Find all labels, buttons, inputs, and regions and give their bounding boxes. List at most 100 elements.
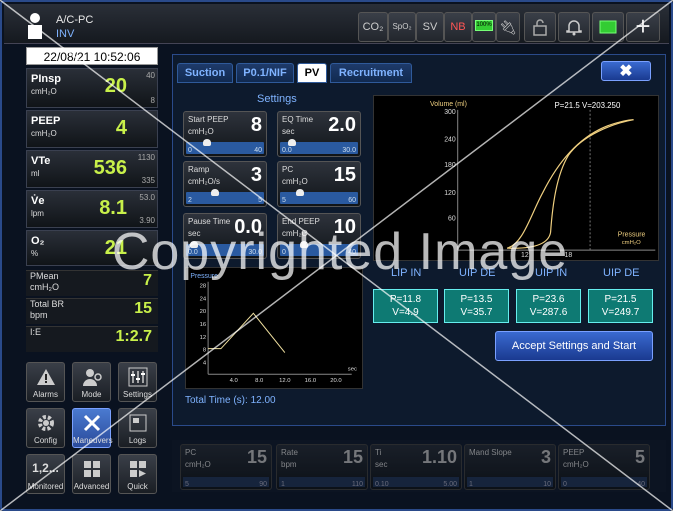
tab-suction[interactable]: Suction [177,63,233,83]
nav-settings[interactable]: Settings [118,362,157,402]
nav-quick[interactable]: Quick [118,454,157,494]
nav-advanced[interactable]: Advanced [72,454,111,494]
vital-total-br[interactable]: Total BR bpm 15 [26,298,158,324]
vital-pinsp[interactable]: PInsp cmH₂O 20 40 8 [26,68,158,108]
knob-slider-thumb[interactable] [300,241,308,248]
meas-uip-de-1[interactable]: P=13.5 V=35.7 [444,289,509,323]
knob-ramp[interactable]: Ramp cmH₂O/s 3 2 5 [183,161,267,207]
knob-eq-time[interactable]: EQ Time sec 2.0 0.0 30.0 [277,111,361,157]
knob-value: 10 [333,216,356,238]
vital-vte[interactable]: VTe ml 536 1130 335 [26,150,158,188]
meas-pressure: P=23.6 [532,294,565,305]
knob-max: 40 [348,249,356,256]
vital-label: O₂ [31,235,45,247]
pv-y-tick: 240 [444,136,456,143]
knob-value: 15 [342,447,363,467]
vital-unit: lpm [31,209,44,218]
vital-pmean[interactable]: PMean cmH₂O 7 [26,270,158,296]
knob-slider-thumb[interactable] [202,139,211,146]
knob-range-bar [186,142,264,154]
vital-value: 21 [104,237,127,259]
nav-mode[interactable]: Mode [72,362,111,402]
knob-value: 5 [634,447,645,467]
knob-slider-thumb[interactable] [288,139,297,146]
bottom-knob-mand-slope[interactable]: Mand Slope 3 1 10 [464,444,556,490]
accept-settings-button[interactable]: Accept Settings and Start [495,331,653,361]
close-button[interactable]: ✖ [601,61,651,81]
vital-o2[interactable]: O₂ % 21 [26,230,158,266]
vital-ie-ratio[interactable]: I:E 1:2.7 [26,326,158,352]
sv-button[interactable]: SV [416,12,444,42]
knob-min: 1 [281,481,285,488]
knob-slider-thumb[interactable] [190,241,198,248]
nb-button[interactable]: NB [444,12,472,42]
bottom-knob-peep[interactable]: PEEP cmH₂O 5 0 40 [558,444,650,490]
vital-peep[interactable]: PEEP cmH₂O 4 [26,110,158,148]
meas-header: UIP IN [535,267,568,279]
knob-slider-thumb[interactable] [211,189,220,196]
knob-unit: cmH₂O [185,460,211,469]
bottom-knob-pc[interactable]: PC cmH₂O 15 5 90 [180,444,272,490]
tab-pv[interactable]: PV [297,63,327,83]
nav-logs[interactable]: Logs [118,408,157,448]
knob-unit: cmH₂O [563,460,589,469]
meas-header: LIP IN [391,267,422,279]
nav-label: Mode [81,390,102,399]
knob-pc[interactable]: PC cmH₂O 15 5 60 [277,161,361,207]
co2-button[interactable]: CO₂ [358,12,388,42]
pressure-y-tick: 16 [200,322,207,328]
knob-max: 40 [254,147,262,154]
knob-pause-time[interactable]: Pause Time sec 0.0 0.0 30.0 [183,213,267,259]
knob-label: Mand Slope [469,448,512,457]
vital-ve[interactable]: V̇e lpm 8.1 53.0 3.90 [26,190,158,228]
ventilation-mode[interactable]: A/C-PC [56,14,93,26]
knob-unit: sec [282,127,295,136]
vital-high-limit: 1130 [137,153,155,162]
nav-label: Logs [128,436,147,445]
meas-uip-in[interactable]: P=23.6 V=287.6 [516,289,581,323]
knob-value: 15 [333,164,356,186]
knob-unit: cmH₂O [188,127,214,136]
knob-min: 1 [469,481,473,488]
nav-config[interactable]: Config [26,408,65,448]
knob-max: 60 [348,197,356,204]
nav-label: Advanced [73,482,110,491]
lock-button[interactable] [524,12,556,42]
knob-value: 2.0 [328,114,356,136]
bell-icon [566,20,582,36]
pressure-time-chart: Pressure 28 24 20 16 12 8 4 4.0 8.0 12.0… [185,267,363,389]
tab-recruitment[interactable]: Recruitment [330,63,412,83]
knob-start-peep[interactable]: Start PEEP cmH₂O 8 0 40 [183,111,267,157]
knob-slider-thumb[interactable] [295,189,304,196]
spo2-button[interactable]: SpO₂ [388,12,416,42]
alarm-icon [37,369,55,385]
lock-icon [533,19,547,36]
pressure-x-tick: 20.0 [330,378,342,384]
tab-p01-nif[interactable]: P0.1/NIF [236,63,294,83]
add-button[interactable]: + [626,12,660,42]
pressure-x-tick: 4.0 [230,378,239,384]
nav-monitored[interactable]: 1,2... Monitored [26,454,65,494]
knob-end-peep[interactable]: End PEEP cmH₂O 10 0 40 [277,213,361,259]
knob-min: 2 [188,197,192,204]
alarm-silence-button[interactable] [558,12,590,42]
top-bar: A/C-PC INV CO₂ SpO₂ SV NB 100% 🔌︎ + [4,4,669,44]
knob-range-bar [186,192,264,204]
knob-max: 5 [258,197,262,204]
pressure-x-tick: 12.0 [279,378,291,384]
vital-low-limit: 3.90 [139,216,155,225]
patient-icon[interactable] [26,12,44,42]
meas-lip-in[interactable]: P=11.8 V=4.9 [373,289,438,323]
vital-unit: bpm [30,310,48,320]
wrench-icon [83,414,101,432]
knob-value: 3 [540,447,551,467]
vital-value: 4 [115,117,127,139]
screen-lock-button[interactable] [592,12,624,42]
bottom-knob-rate[interactable]: Rate bpm 15 1 110 [276,444,368,490]
knob-unit: cmH₂O [282,229,308,238]
nav-alarms[interactable]: Alarms [26,362,65,402]
bottom-knob-ti[interactable]: Ti sec 1.10 0.10 5.00 [370,444,462,490]
meas-pressure: P=21.5 [604,294,637,305]
meas-uip-de-2[interactable]: P=21.5 V=249.7 [588,289,653,323]
nav-maneuvers[interactable]: Maneuvers [72,408,113,448]
